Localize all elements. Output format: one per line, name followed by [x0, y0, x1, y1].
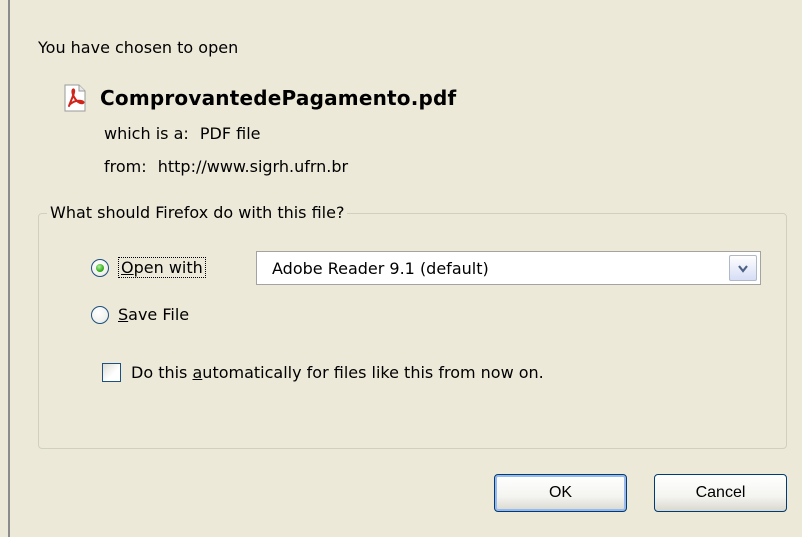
save-file-option[interactable]: Save File	[91, 305, 189, 324]
auto-action-label[interactable]: Do this automatically for files like thi…	[131, 363, 544, 382]
application-select[interactable]: Adobe Reader 9.1 (default)	[256, 251, 761, 285]
dropdown-button[interactable]	[729, 255, 757, 281]
open-with-label[interactable]: Open with	[118, 257, 206, 278]
file-type-row: which is a: PDF file	[104, 124, 260, 143]
file-name: ComprovantedePagamento.pdf	[100, 86, 457, 110]
open-with-radio[interactable]	[91, 258, 109, 277]
intro-text: You have chosen to open	[38, 38, 239, 57]
auto-action-checkbox[interactable]	[102, 363, 121, 382]
pdf-file-icon	[62, 84, 88, 112]
file-source-label: from:	[104, 157, 147, 176]
file-type-label: which is a:	[104, 124, 189, 143]
ok-button[interactable]: OK	[494, 474, 627, 512]
action-group-legend: What should Firefox do with this file?	[47, 203, 348, 222]
application-select-value: Adobe Reader 9.1 (default)	[272, 258, 489, 278]
save-file-label[interactable]: Save File	[118, 305, 189, 324]
open-file-dialog: You have chosen to open ComprovantedePag…	[8, 0, 802, 537]
file-source-url: http://www.sigrh.ufrn.br	[157, 157, 349, 176]
cancel-button[interactable]: Cancel	[654, 474, 787, 512]
save-file-radio[interactable]	[91, 305, 109, 324]
action-group: What should Firefox do with this file?	[38, 203, 787, 449]
chevron-down-icon	[737, 259, 749, 278]
auto-action-option[interactable]: Do this automatically for files like thi…	[102, 363, 544, 382]
file-info: ComprovantedePagamento.pdf	[62, 83, 456, 113]
file-type-value: PDF file	[199, 124, 261, 143]
file-source-row: from: http://www.sigrh.ufrn.br	[104, 157, 348, 176]
open-with-option[interactable]: Open with	[91, 257, 206, 278]
